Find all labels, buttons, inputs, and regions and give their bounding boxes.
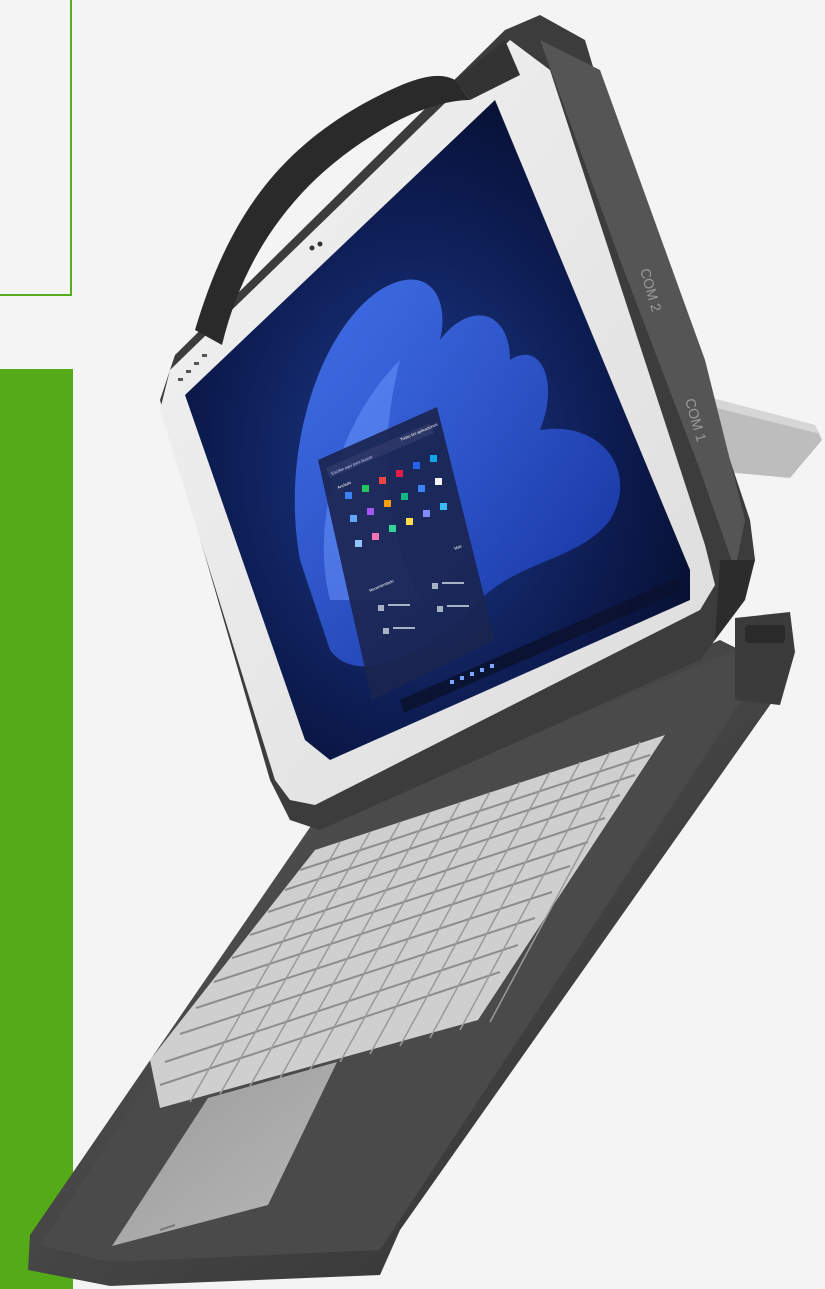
hinge-connector — [735, 612, 795, 705]
product-photo: COM 2 COM 1 Escribe aquí para buscar Anc… — [28, 15, 822, 1286]
